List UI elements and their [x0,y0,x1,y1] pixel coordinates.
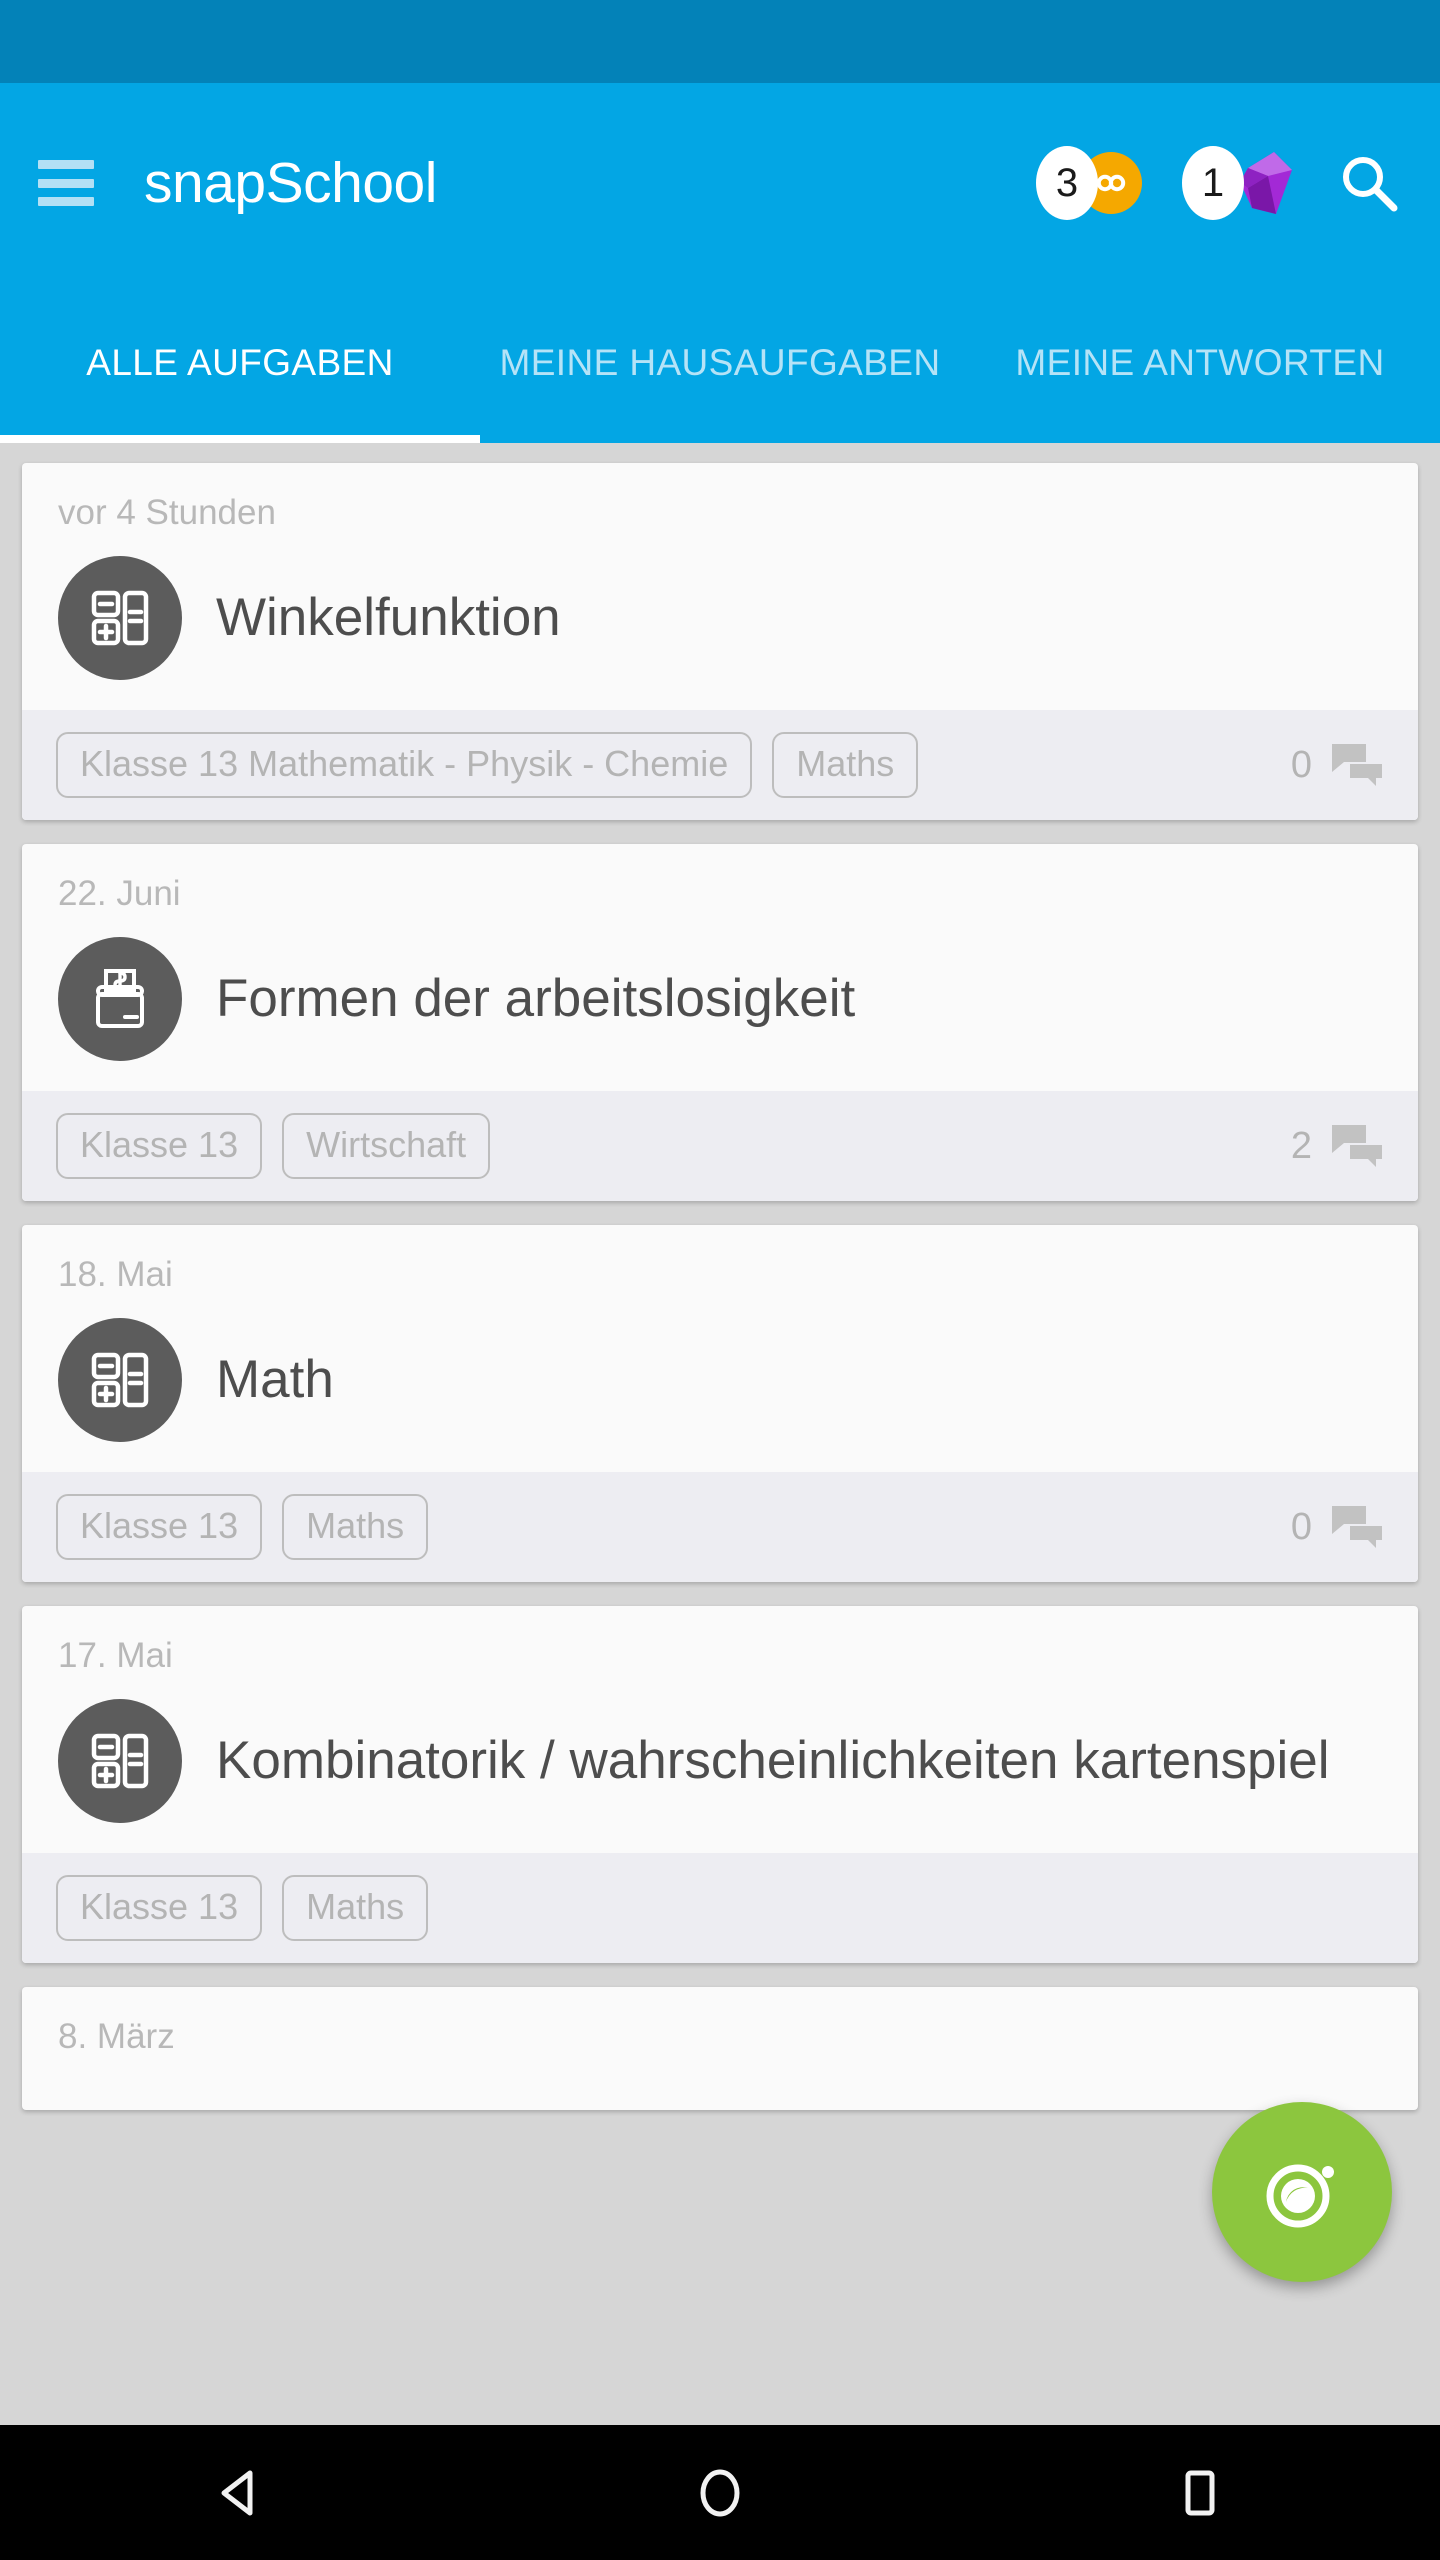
comment-counter[interactable]: 2 [1291,1123,1384,1169]
card-main [22,2054,1418,2110]
card-title: Math [216,1350,334,1410]
card-date: vor 4 Stunden [58,493,276,532]
tab-meine-hausaufgaben[interactable]: MEINE HAUSAUFGABEN [480,283,960,443]
card-title: Kombinatorik / wahrscheinlichkeiten kart… [216,1731,1330,1791]
card-date: 17. Mai [58,1636,173,1675]
card-main: Math [22,1292,1418,1472]
app-title: snapSchool [144,151,437,215]
chip-class[interactable]: Klasse 13 [56,1113,263,1179]
hamburger-line [38,197,94,206]
hamburger-line [38,160,94,169]
back-triangle-icon[interactable] [180,2438,300,2548]
chip-subject[interactable]: Maths [282,1494,429,1560]
task-card[interactable]: 17. Mai Kombinatorik / wahrscheinlichkei… [22,1606,1418,1963]
card-main: Kombinatorik / wahrscheinlichkeiten kart… [22,1673,1418,1853]
comment-counter[interactable]: 0 [1291,1504,1384,1550]
math-calculator-icon [58,1699,182,1823]
card-main: Formen der arbeitslosigkeit [22,911,1418,1091]
comment-bubbles-icon [1330,1504,1384,1550]
app-screen: snapSchool 3 1 ALLE AUFGABEN MEINE HAUSA… [0,0,1440,2560]
math-calculator-icon [58,1318,182,1442]
coin-badge-count: 3 [1036,146,1098,220]
tab-alle-aufgaben[interactable]: ALLE AUFGABEN [0,283,480,443]
card-footer: Klasse 13 Mathematik - Physik - Chemie M… [22,710,1418,820]
app-bar-actions: 3 1 [1036,146,1402,220]
hamburger-line [38,178,94,188]
card-main: Winkelfunktion [22,530,1418,710]
chip-subject[interactable]: Wirtschaft [282,1113,491,1179]
coin-badge-group[interactable]: 3 [1036,146,1142,220]
chip-class[interactable]: Klasse 13 [56,1875,263,1941]
card-title: Winkelfunktion [216,588,561,648]
comment-bubbles-icon [1330,1123,1384,1169]
gem-badge-count: 1 [1182,146,1244,220]
hamburger-menu-icon[interactable] [38,160,94,206]
card-footer: Klasse 13 Wirtschaft 2 [22,1091,1418,1201]
gem-badge-group[interactable]: 1 [1182,146,1296,220]
card-title: Formen der arbeitslosigkeit [216,969,856,1029]
card-date: 18. Mai [58,1255,173,1294]
chip-class[interactable]: Klasse 13 Mathematik - Physik - Chemie [56,732,753,798]
card-date: 8. März [58,2017,175,2056]
tab-label: ALLE AUFGABEN [86,342,394,384]
tab-label: MEINE ANTWORTEN [1015,342,1385,384]
task-list[interactable]: vor 4 Stunden Winkelfunktion Klasse 13 M… [0,443,1440,2560]
comment-counter[interactable]: 0 [1291,742,1384,788]
recents-square-icon[interactable] [1140,2438,1260,2548]
card-date: 22. Juni [58,874,181,913]
task-card[interactable]: 22. Juni Formen der arbeitslosigkeit Kla… [22,844,1418,1201]
comment-count: 2 [1290,1125,1312,1167]
tab-bar: ALLE AUFGABEN MEINE HAUSAUFGABEN MEINE A… [0,283,1440,443]
comment-count: 0 [1290,744,1312,786]
wallet-money-icon [58,937,182,1061]
tab-active-indicator [0,435,480,443]
chip-class[interactable]: Klasse 13 [56,1494,263,1560]
search-icon[interactable] [1336,150,1402,216]
app-bar: snapSchool 3 1 [0,83,1440,283]
task-card[interactable]: 18. Mai Math Klasse 13 Maths 0 [22,1225,1418,1582]
task-card[interactable]: 8. März [22,1987,1418,2110]
tab-label: MEINE HAUSAUFGABEN [499,342,941,384]
chip-subject[interactable]: Maths [282,1875,429,1941]
status-bar [0,0,1440,83]
home-circle-icon[interactable] [660,2438,780,2548]
tab-meine-antworten[interactable]: MEINE ANTWORTEN [960,283,1440,443]
comment-bubbles-icon [1330,742,1384,788]
camera-fab-button[interactable] [1212,2102,1392,2282]
math-calculator-icon [58,556,182,680]
card-footer: Klasse 13 Maths [22,1853,1418,1963]
card-footer: Klasse 13 Maths 0 [22,1472,1418,1582]
task-card[interactable]: vor 4 Stunden Winkelfunktion Klasse 13 M… [22,463,1418,820]
android-navigation-bar [0,2425,1440,2560]
comment-count: 0 [1290,1506,1312,1548]
chip-subject[interactable]: Maths [772,732,919,798]
